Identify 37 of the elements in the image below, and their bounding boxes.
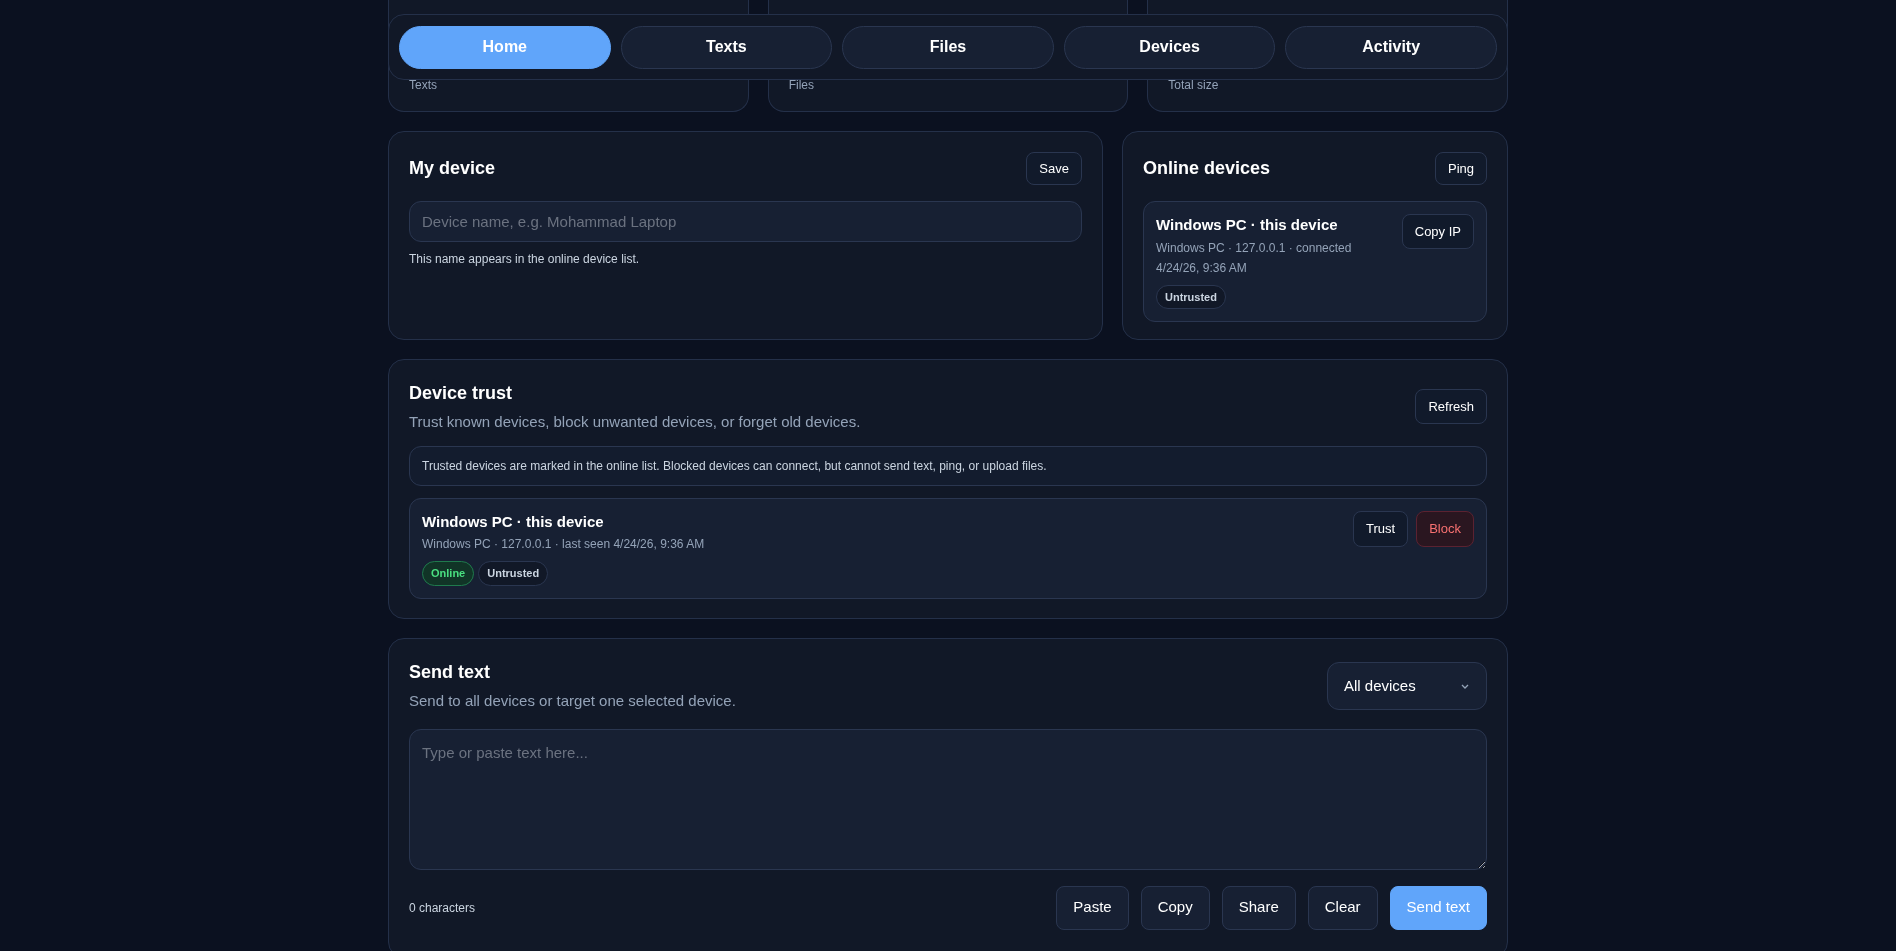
action-button[interactable]: Clear bbox=[1307, 885, 1378, 930]
device-time: 4/24/26, 9:36 AM bbox=[1156, 259, 1248, 277]
copy-ip-button[interactable]: Copy IP bbox=[1401, 214, 1474, 249]
status-badge: Untrusted bbox=[478, 561, 549, 586]
card-title: Device trust bbox=[409, 382, 514, 405]
action-button[interactable]: Share bbox=[1221, 885, 1296, 930]
target-select[interactable]: All devices bbox=[1327, 661, 1487, 710]
card-title: Online devices bbox=[1143, 157, 1271, 180]
nav-tab[interactable]: Activity bbox=[1285, 25, 1497, 69]
stat-label: Total size bbox=[1168, 77, 1219, 94]
ping-button[interactable]: Ping bbox=[1434, 152, 1487, 185]
card-title: My device bbox=[409, 157, 496, 180]
action-button[interactable]: Paste bbox=[1056, 885, 1129, 930]
info-notice: Trusted devices are marked in the online list. Blocked devices can connect, but cannot send text, ping, or upload files. bbox=[409, 445, 1487, 486]
status-badge: Untrusted bbox=[1156, 284, 1226, 309]
character-count: 0 characters bbox=[409, 899, 476, 917]
stat-label: Files bbox=[788, 77, 814, 94]
stat-label: Texts bbox=[409, 77, 437, 94]
card-subtitle: Trust known devices, block unwanted devices, or forget old devices. bbox=[409, 412, 861, 432]
status-badge: Online bbox=[422, 561, 475, 586]
action-button[interactable]: Copy bbox=[1140, 885, 1210, 930]
hint-text: This name appears in the online device list. bbox=[409, 251, 641, 268]
message-field[interactable]: Type or paste text here... bbox=[409, 728, 1487, 870]
device-name: Windows PC · this device bbox=[1156, 215, 1339, 235]
action-button[interactable]: Block bbox=[1416, 510, 1474, 547]
action-button[interactable]: Trust bbox=[1353, 510, 1409, 547]
device-name: Windows PC · this device bbox=[422, 511, 605, 532]
nav-tab[interactable]: Devices bbox=[1063, 25, 1276, 69]
save-button[interactable]: Save bbox=[1026, 152, 1082, 185]
device-details: Windows PC · 127.0.0.1 · connected bbox=[1156, 239, 1352, 257]
nav-tab[interactable]: Files bbox=[842, 25, 1054, 69]
device-name-field[interactable]: Device name, e.g. Mohammad Laptop bbox=[409, 201, 1082, 242]
refresh-button[interactable]: Refresh bbox=[1415, 389, 1487, 425]
card-subtitle: Send to all devices or target one selected device. bbox=[409, 691, 736, 711]
device-details: Windows PC · 127.0.0.1 · last seen 4/24/26, 9:36 AM bbox=[422, 536, 705, 553]
nav-tab[interactable]: Texts bbox=[620, 25, 833, 69]
card-title: Send text bbox=[409, 661, 492, 684]
